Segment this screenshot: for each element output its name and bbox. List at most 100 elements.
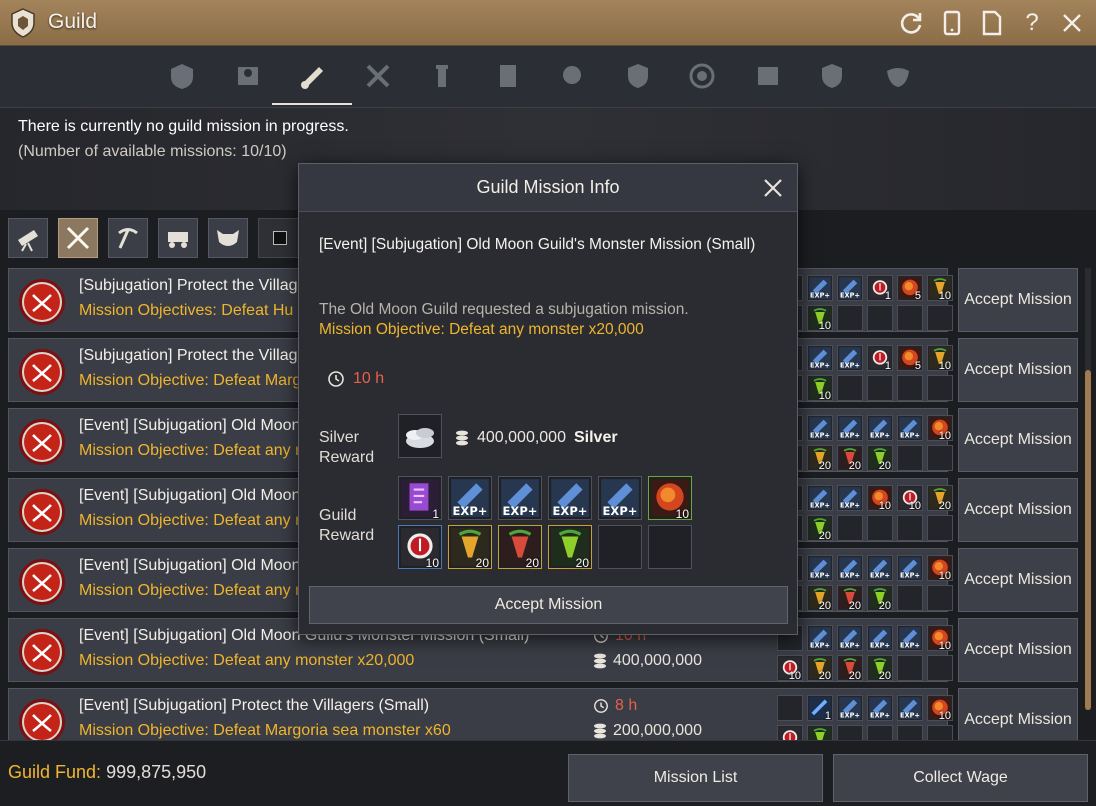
- collect-wage-button[interactable]: Collect Wage: [833, 754, 1088, 802]
- guild-reward-slot[interactable]: 20: [548, 525, 592, 570]
- reward-slot[interactable]: [837, 305, 863, 331]
- reward-slot[interactable]: 10: [927, 415, 953, 442]
- reward-slot[interactable]: 1: [867, 345, 893, 372]
- tab-boss[interactable]: [552, 56, 592, 96]
- reward-slot[interactable]: EXP+: [837, 695, 863, 721]
- reward-slot[interactable]: [897, 445, 923, 471]
- reward-slot[interactable]: [897, 515, 923, 541]
- reward-slot[interactable]: [927, 375, 953, 401]
- refresh-icon[interactable]: [897, 9, 925, 37]
- tab-guild-mission[interactable]: [292, 56, 332, 96]
- guild-reward-slot[interactable]: 10: [648, 476, 692, 521]
- reward-slot[interactable]: 10: [927, 345, 953, 372]
- reward-slot[interactable]: [867, 375, 893, 401]
- tab-fortress[interactable]: [422, 56, 462, 96]
- tab-emblem[interactable]: [682, 56, 722, 96]
- accept-mission-button[interactable]: Accept Mission: [958, 478, 1078, 542]
- scrollbar-thumb[interactable]: [1085, 370, 1091, 710]
- reward-slot[interactable]: EXP+: [837, 275, 863, 301]
- reward-slot[interactable]: EXP+: [837, 555, 863, 581]
- reward-slot[interactable]: EXP+: [807, 555, 833, 581]
- reward-slot[interactable]: [867, 515, 893, 541]
- reward-slot[interactable]: 5: [897, 345, 923, 372]
- reward-slot[interactable]: 10: [927, 695, 953, 722]
- reward-slot[interactable]: EXP+: [897, 695, 923, 721]
- reward-slot[interactable]: EXP+: [867, 415, 893, 441]
- guild-reward-slot[interactable]: [598, 525, 642, 569]
- guild-reward-slot[interactable]: 20: [448, 525, 492, 570]
- reward-slot[interactable]: EXP+: [807, 345, 833, 371]
- dialog-close-icon[interactable]: [761, 176, 785, 200]
- filter-boss[interactable]: [208, 218, 248, 258]
- silver-reward-slot[interactable]: [398, 414, 442, 458]
- accept-mission-button[interactable]: Accept Mission: [958, 548, 1078, 612]
- tab-members[interactable]: [228, 56, 268, 96]
- accept-mission-button[interactable]: Accept Mission: [958, 618, 1078, 682]
- reward-slot[interactable]: EXP+: [837, 625, 863, 651]
- close-icon[interactable]: [1058, 9, 1086, 37]
- reward-slot[interactable]: EXP+: [867, 695, 893, 721]
- help-icon[interactable]: ?: [1018, 9, 1046, 37]
- guild-reward-slot[interactable]: EXP+: [498, 476, 542, 520]
- reward-slot[interactable]: 20: [837, 585, 863, 612]
- reward-slot[interactable]: [927, 515, 953, 541]
- mission-list-button[interactable]: Mission List: [568, 754, 823, 802]
- reward-slot[interactable]: 20: [807, 585, 833, 612]
- reward-slot[interactable]: [927, 655, 953, 681]
- filter-trade[interactable]: [158, 218, 198, 258]
- reward-slot[interactable]: 10: [927, 555, 953, 582]
- reward-slot[interactable]: 10: [927, 625, 953, 652]
- filter-subjugation[interactable]: [58, 218, 98, 258]
- reward-slot[interactable]: 20: [927, 485, 953, 512]
- reward-slot[interactable]: 20: [867, 655, 893, 682]
- reward-slot[interactable]: 1: [867, 275, 893, 302]
- tab-records[interactable]: [748, 56, 788, 96]
- document-icon[interactable]: [978, 9, 1006, 37]
- guild-reward-slot[interactable]: 20: [498, 525, 542, 570]
- accept-mission-button[interactable]: Accept Mission: [958, 338, 1078, 402]
- reward-slot[interactable]: [927, 445, 953, 471]
- reward-slot[interactable]: 10: [807, 375, 833, 402]
- guild-reward-slot[interactable]: 1: [398, 476, 442, 521]
- tab-alliance[interactable]: [812, 56, 852, 96]
- reward-slot[interactable]: 20: [837, 655, 863, 682]
- reward-slot[interactable]: [927, 305, 953, 331]
- reward-slot[interactable]: 10: [867, 485, 893, 512]
- reward-slot[interactable]: 10: [897, 485, 923, 512]
- reward-slot[interactable]: [837, 515, 863, 541]
- tab-battle[interactable]: [358, 56, 398, 96]
- reward-slot[interactable]: [927, 585, 953, 611]
- reward-slot[interactable]: EXP+: [807, 415, 833, 441]
- accept-mission-button[interactable]: Accept Mission: [958, 408, 1078, 472]
- reward-slot[interactable]: 20: [807, 515, 833, 542]
- tab-defense[interactable]: [618, 56, 658, 96]
- reward-slot[interactable]: [897, 375, 923, 401]
- reward-slot[interactable]: EXP+: [897, 625, 923, 651]
- tab-mask[interactable]: [878, 56, 918, 96]
- reward-slot[interactable]: 20: [867, 585, 893, 612]
- reward-slot[interactable]: 1: [807, 695, 833, 722]
- reward-slot[interactable]: EXP+: [837, 485, 863, 511]
- checkbox-square[interactable]: [273, 231, 287, 245]
- reward-slot[interactable]: 20: [837, 445, 863, 472]
- reward-slot[interactable]: EXP+: [897, 415, 923, 441]
- filter-production[interactable]: [108, 218, 148, 258]
- accept-mission-button[interactable]: Accept Mission: [958, 268, 1078, 332]
- reward-slot[interactable]: [867, 305, 893, 331]
- reward-slot[interactable]: 20: [807, 445, 833, 472]
- reward-slot[interactable]: 10: [807, 305, 833, 332]
- reward-slot[interactable]: EXP+: [807, 485, 833, 511]
- reward-slot[interactable]: [897, 305, 923, 331]
- reward-slot[interactable]: EXP+: [837, 415, 863, 441]
- reward-slot[interactable]: 10: [927, 275, 953, 302]
- reward-slot[interactable]: 20: [867, 445, 893, 472]
- reward-slot[interactable]: EXP+: [867, 625, 893, 651]
- guild-reward-slot[interactable]: EXP+: [598, 476, 642, 520]
- reward-slot[interactable]: EXP+: [807, 625, 833, 651]
- reward-slot[interactable]: 5: [897, 275, 923, 302]
- filter-gathering[interactable]: [8, 218, 48, 258]
- tab-contract[interactable]: [488, 56, 528, 96]
- mobile-icon[interactable]: [938, 9, 966, 37]
- reward-slot[interactable]: 10: [777, 655, 803, 682]
- reward-slot[interactable]: EXP+: [807, 275, 833, 301]
